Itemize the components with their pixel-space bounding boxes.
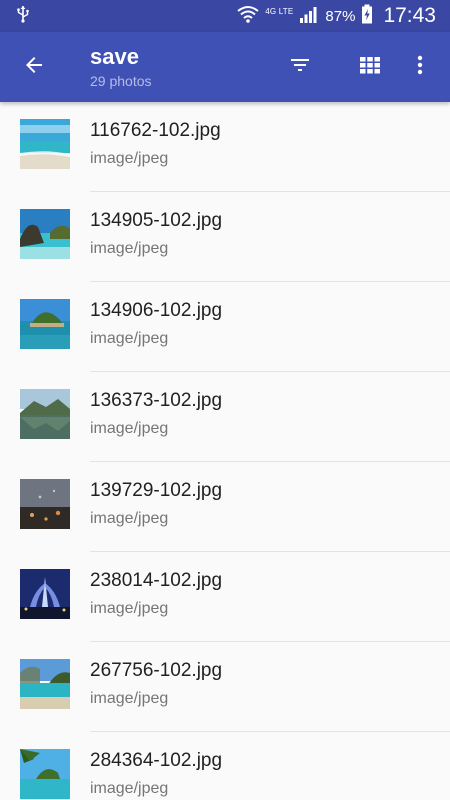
arrow-back-icon	[22, 53, 46, 82]
file-type: image/jpeg	[90, 510, 169, 527]
photo-thumbnail	[20, 299, 70, 349]
list-item[interactable]: 238014-102.jpg image/jpeg	[0, 552, 450, 642]
photo-thumbnail	[20, 569, 70, 619]
signal-icon	[299, 5, 319, 28]
back-button[interactable]	[10, 32, 58, 102]
grid-view-icon	[359, 54, 381, 81]
file-name: 116762-102.jpg	[90, 120, 221, 141]
filter-icon	[288, 53, 312, 82]
file-type: image/jpeg	[90, 330, 169, 347]
photo-list[interactable]: 116762-102.jpg image/jpeg 134905-102.jpg…	[0, 102, 450, 800]
photo-count: 29 photos	[90, 73, 152, 89]
photo-thumbnail	[20, 479, 70, 529]
wifi-icon	[237, 5, 259, 28]
list-item[interactable]: 134906-102.jpg image/jpeg	[0, 282, 450, 372]
list-item[interactable]: 139729-102.jpg image/jpeg	[0, 462, 450, 552]
list-item[interactable]: 267756-102.jpg image/jpeg	[0, 642, 450, 732]
photo-thumbnail	[20, 659, 70, 709]
photo-thumbnail	[20, 389, 70, 439]
file-type: image/jpeg	[90, 690, 169, 707]
filter-button[interactable]	[276, 32, 324, 102]
list-item[interactable]: 134905-102.jpg image/jpeg	[0, 192, 450, 282]
list-item[interactable]: 284364-102.jpg image/jpeg	[0, 732, 450, 800]
photo-thumbnail	[20, 209, 70, 259]
album-title: save	[90, 44, 139, 69]
list-item[interactable]: 116762-102.jpg image/jpeg	[0, 102, 450, 192]
more-options-button[interactable]	[396, 32, 444, 102]
file-name: 139729-102.jpg	[90, 480, 223, 501]
file-name: 134905-102.jpg	[90, 210, 223, 231]
clock: 17:43	[383, 4, 436, 27]
title-block: save 29 photos	[90, 44, 152, 91]
file-name: 134906-102.jpg	[90, 300, 223, 321]
file-type: image/jpeg	[90, 420, 169, 437]
file-name: 238014-102.jpg	[90, 570, 223, 591]
status-bar: 4G LTE 87% 17:43	[0, 0, 450, 32]
file-name: 136373-102.jpg	[90, 390, 223, 411]
file-type: image/jpeg	[90, 600, 169, 617]
usb-icon	[16, 5, 30, 28]
battery-percent: 87%	[325, 7, 356, 25]
file-type: image/jpeg	[90, 240, 169, 257]
network-type-label: 4G LTE	[265, 6, 294, 16]
photo-thumbnail	[20, 119, 70, 169]
list-item[interactable]: 136373-102.jpg image/jpeg	[0, 372, 450, 462]
more-vert-icon	[408, 53, 432, 82]
file-type: image/jpeg	[90, 150, 169, 167]
grid-view-button[interactable]	[346, 32, 394, 102]
battery-charging-icon	[361, 4, 373, 29]
photo-thumbnail	[20, 749, 70, 799]
file-name: 284364-102.jpg	[90, 750, 223, 771]
file-type: image/jpeg	[90, 780, 169, 797]
file-name: 267756-102.jpg	[90, 660, 223, 681]
app-bar: save 29 photos	[0, 32, 450, 102]
